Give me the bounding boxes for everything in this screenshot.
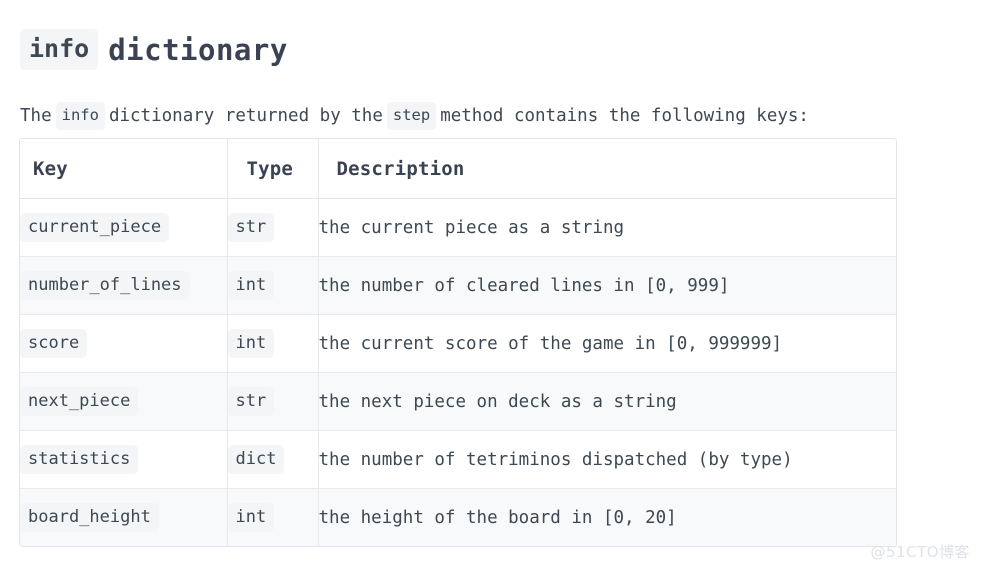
- key-code-statistics: statistics: [20, 444, 139, 475]
- cell-description: the number of tetriminos dispatched (by …: [318, 430, 896, 489]
- cell-type: str: [227, 198, 319, 257]
- cell-type: int: [227, 314, 319, 373]
- column-header-description: Description: [318, 139, 896, 199]
- description-text: the number of cleared lines in [0, 999]: [318, 275, 730, 296]
- table-row: statistics dict the number of tetriminos…: [20, 430, 896, 489]
- table-row: current_piece str the current piece as a…: [20, 198, 896, 257]
- cell-description: the height of the board in [0, 20]: [318, 488, 896, 546]
- watermark: @51CTO博客: [870, 543, 970, 561]
- intro-paragraph: The info dictionary returned by the step…: [20, 101, 809, 130]
- intro-text-before: The: [20, 105, 52, 126]
- type-code-dict: dict: [227, 444, 285, 475]
- page-title-code: info: [20, 29, 99, 71]
- type-code-str: str: [227, 212, 275, 243]
- type-code-int: int: [227, 328, 275, 359]
- description-text: the current piece as a string: [318, 217, 625, 238]
- cell-type: int: [227, 488, 319, 546]
- cell-description: the number of cleared lines in [0, 999]: [318, 256, 896, 315]
- description-text: the current score of the game in [0, 999…: [318, 333, 783, 354]
- type-code-str: str: [227, 386, 275, 417]
- page-title-word: dictionary: [108, 32, 288, 67]
- cell-key: number_of_lines: [20, 256, 228, 315]
- key-code-number-of-lines: number_of_lines: [20, 270, 190, 301]
- intro-code-step: step: [386, 101, 437, 130]
- type-code-int: int: [227, 502, 275, 533]
- table-row: score int the current score of the game …: [20, 314, 896, 373]
- cell-key: current_piece: [20, 198, 228, 257]
- cell-description: the current score of the game in [0, 999…: [318, 314, 896, 373]
- cell-type: str: [227, 372, 319, 431]
- cell-description: the current piece as a string: [318, 198, 896, 257]
- type-code-int: int: [227, 270, 275, 301]
- cell-key: next_piece: [20, 372, 228, 431]
- column-header-type: Type: [227, 139, 319, 199]
- table-header-row: Key Type Description: [20, 139, 896, 199]
- key-code-next-piece: next_piece: [20, 386, 139, 417]
- description-text: the next piece on deck as a string: [318, 391, 677, 412]
- cell-type: int: [227, 256, 319, 315]
- page-title: info dictionary: [20, 29, 288, 71]
- info-keys-table-container: Key Type Description current_piece str t…: [19, 138, 897, 547]
- key-code-score: score: [20, 328, 88, 359]
- key-code-board-height: board_height: [20, 502, 159, 533]
- cell-type: dict: [227, 430, 319, 489]
- intro-text-after: method contains the following keys:: [440, 105, 809, 126]
- intro-text-middle: dictionary returned by the: [108, 105, 383, 126]
- documentation-page: info dictionary The info dictionary retu…: [0, 0, 984, 570]
- cell-description: the next piece on deck as a string: [318, 372, 896, 431]
- key-code-current-piece: current_piece: [20, 212, 170, 243]
- table-header: Key Type Description: [20, 139, 896, 199]
- description-text: the number of tetriminos dispatched (by …: [318, 449, 793, 470]
- cell-key: statistics: [20, 430, 228, 489]
- cell-key: score: [20, 314, 228, 373]
- table-body: current_piece str the current piece as a…: [20, 198, 896, 546]
- table-row: number_of_lines int the number of cleare…: [20, 256, 896, 315]
- table-row: board_height int the height of the board…: [20, 488, 896, 546]
- column-header-key: Key: [20, 139, 228, 199]
- table-row: next_piece str the next piece on deck as…: [20, 372, 896, 431]
- description-text: the height of the board in [0, 20]: [318, 507, 677, 528]
- info-keys-table: Key Type Description current_piece str t…: [20, 139, 896, 546]
- cell-key: board_height: [20, 488, 228, 546]
- intro-code-info: info: [55, 101, 105, 130]
